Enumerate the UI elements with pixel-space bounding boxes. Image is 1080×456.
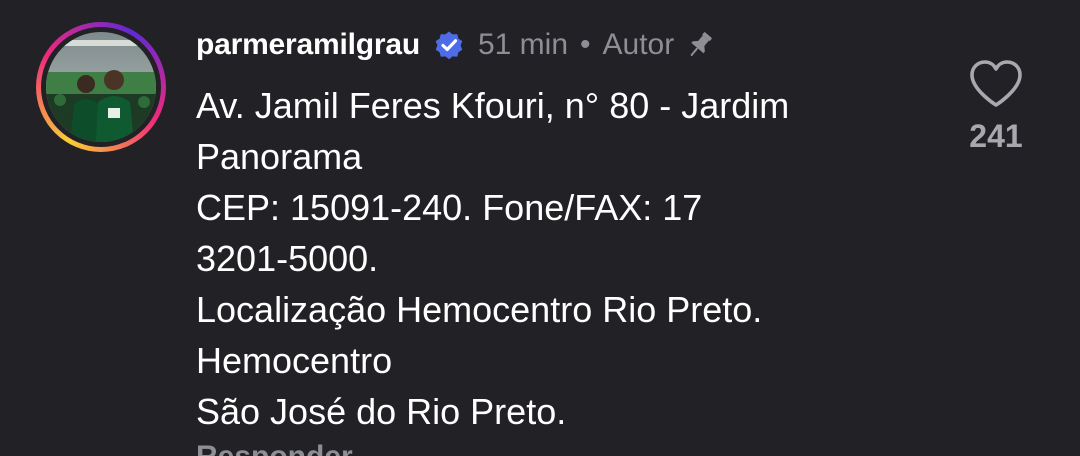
- comment-header: parmeramilgrau 51 min • Autor: [196, 22, 716, 68]
- like-count: 241: [969, 118, 1023, 154]
- meta-separator: •: [580, 28, 591, 61]
- comment-line: Av. Jamil Feres Kfouri, n° 80 - Jardim: [196, 85, 790, 126]
- avatar-photo: [46, 32, 156, 142]
- username-link[interactable]: parmeramilgrau: [196, 28, 420, 62]
- comment-line: Hemocentro: [196, 340, 393, 381]
- reply-button[interactable]: Responder: [196, 440, 353, 456]
- avatar[interactable]: [46, 32, 156, 142]
- comment-timestamp: 51 min: [477, 28, 569, 61]
- comment-text: Av. Jamil Feres Kfouri, n° 80 - Jardim P…: [196, 80, 936, 437]
- verified-badge-icon: [435, 31, 463, 60]
- author-label: Autor: [602, 28, 675, 61]
- comment-line: São José do Rio Preto.: [196, 391, 567, 432]
- avatar-story-ring[interactable]: [36, 22, 166, 152]
- comment-line: Localização Hemocentro Rio Preto.: [196, 289, 763, 330]
- comment-line: Panorama: [196, 136, 363, 177]
- pin-icon: [690, 32, 713, 56]
- comment-line: 3201-5000.: [196, 238, 379, 279]
- heart-icon[interactable]: [968, 58, 1024, 110]
- comment-line: CEP: 15091-240. Fone/FAX: 17: [196, 187, 703, 228]
